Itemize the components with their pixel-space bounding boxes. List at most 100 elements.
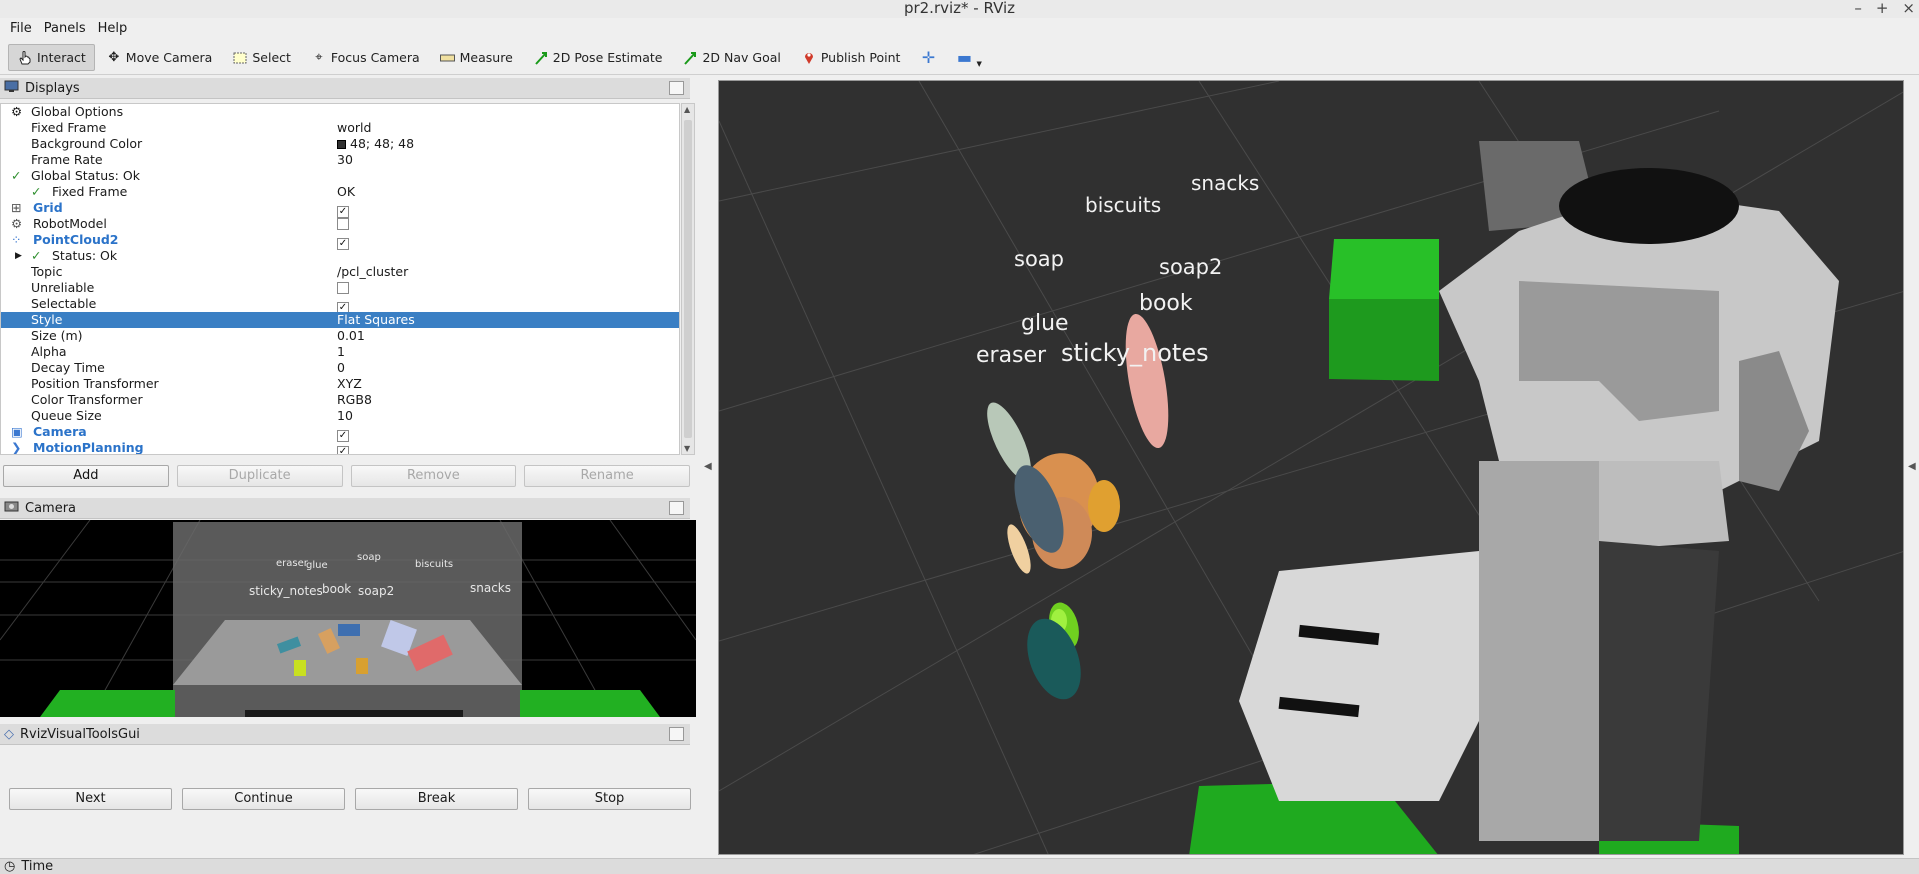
- tree-row[interactable]: ❯ MotionPlanning ✓: [1, 440, 679, 455]
- add-tool-button[interactable]: ✛: [911, 44, 945, 71]
- tree-row-selected[interactable]: Style Flat Squares: [1, 312, 679, 328]
- camera-object-label: snacks: [470, 581, 512, 595]
- scroll-thumb[interactable]: [684, 120, 692, 438]
- measure-tool-button[interactable]: Measure: [431, 44, 522, 71]
- tree-row[interactable]: Decay Time 0: [1, 360, 679, 376]
- tree-row[interactable]: Topic /pcl_cluster: [1, 264, 679, 280]
- menu-panels[interactable]: Panels: [38, 18, 92, 39]
- displays-scrollbar[interactable]: ▲ ▼: [681, 103, 695, 455]
- camera-icon: ▣: [11, 424, 23, 439]
- move-camera-tool-button[interactable]: ✥ Move Camera: [97, 44, 222, 71]
- tree-row[interactable]: ⚙ Global Options: [1, 104, 679, 120]
- row-value[interactable]: 1: [337, 344, 345, 360]
- scene-render: [719, 81, 1903, 854]
- row-label: Fixed Frame: [52, 184, 128, 199]
- scene-object-label: book: [1139, 291, 1193, 316]
- collapse-right-icon[interactable]: ◀: [1908, 461, 1916, 472]
- continue-button[interactable]: Continue: [182, 788, 345, 810]
- move-camera-label: Move Camera: [125, 50, 213, 65]
- tree-row[interactable]: Frame Rate 30: [1, 152, 679, 168]
- camera-object-label: soap: [357, 552, 381, 563]
- nav-goal-tool-button[interactable]: 2D Nav Goal: [673, 44, 789, 71]
- time-panel-title: Time: [21, 859, 54, 874]
- checkmark-icon: ✓: [31, 248, 42, 263]
- pose-estimate-label: 2D Pose Estimate: [552, 50, 663, 65]
- menu-file[interactable]: File: [4, 18, 38, 39]
- tree-row[interactable]: ⊞ Grid ✓: [1, 200, 679, 218]
- remove-button[interactable]: Remove: [350, 465, 517, 487]
- tools-gui-panel-header: ◇ RvizVisualToolsGui: [0, 724, 690, 745]
- panel-float-button[interactable]: [669, 501, 684, 515]
- tree-row[interactable]: ⁘ PointCloud2 ✓: [1, 232, 679, 250]
- rename-button[interactable]: Rename: [524, 465, 690, 487]
- expand-arrow-icon[interactable]: ▶: [15, 248, 22, 264]
- camera-view[interactable]: eraser glue soap biscuits sticky_notes book so…: [0, 520, 696, 717]
- window-title: pr2.rviz* - RViz: [903, 0, 1016, 17]
- tree-row[interactable]: ✓ Fixed Frame OK: [1, 184, 679, 200]
- row-value[interactable]: RGB8: [337, 392, 372, 408]
- add-button[interactable]: Add: [3, 465, 169, 487]
- scroll-down-icon[interactable]: ▼: [684, 444, 690, 453]
- panel-float-button[interactable]: [669, 727, 684, 741]
- interact-tool-button[interactable]: Interact: [8, 44, 95, 71]
- camera-object-label: biscuits: [415, 559, 454, 570]
- stop-button[interactable]: Stop: [528, 788, 691, 810]
- left-panel-splitter[interactable]: ◀: [696, 78, 718, 856]
- tree-row[interactable]: Unreliable: [1, 280, 679, 296]
- tree-row[interactable]: Queue Size 10: [1, 408, 679, 424]
- collapse-left-icon[interactable]: ◀: [704, 461, 712, 472]
- tree-row[interactable]: ⚙ RobotModel: [1, 216, 679, 232]
- row-label: RobotModel: [33, 216, 107, 231]
- panel-float-button[interactable]: [669, 81, 684, 95]
- row-label: Camera: [33, 424, 87, 439]
- camera-object-label: sticky_notes: [249, 584, 323, 598]
- row-value[interactable]: 0: [337, 360, 345, 376]
- scene-object-label: eraser: [976, 343, 1047, 368]
- row-value[interactable]: 30: [337, 152, 353, 168]
- right-panel-splitter[interactable]: ◀: [1905, 78, 1919, 856]
- focus-camera-tool-button[interactable]: ⌖ Focus Camera: [302, 44, 429, 71]
- scroll-up-icon[interactable]: ▲: [684, 105, 690, 114]
- next-button[interactable]: Next: [9, 788, 172, 810]
- tree-row[interactable]: Fixed Frame world: [1, 120, 679, 136]
- row-label: MotionPlanning: [33, 440, 144, 455]
- close-icon[interactable]: ×: [1902, 0, 1915, 17]
- crosshair-icon: ⌖: [315, 50, 323, 65]
- enabled-checkbox[interactable]: [337, 218, 349, 230]
- row-value[interactable]: 0.01: [337, 328, 365, 344]
- tree-row[interactable]: Size (m) 0.01: [1, 328, 679, 344]
- pose-estimate-tool-button[interactable]: 2D Pose Estimate: [524, 44, 672, 71]
- tree-row[interactable]: Selectable ✓: [1, 296, 679, 314]
- tree-row[interactable]: ✓ Global Status: Ok: [1, 168, 679, 184]
- enabled-checkbox[interactable]: ✓: [337, 446, 349, 454]
- tree-row[interactable]: Background Color 48; 48; 48: [1, 136, 679, 152]
- unreliable-checkbox[interactable]: [337, 282, 349, 294]
- scene-object-label: biscuits: [1085, 193, 1162, 217]
- row-label: Fixed Frame: [31, 120, 107, 135]
- menu-help[interactable]: Help: [92, 18, 134, 39]
- minimize-icon[interactable]: –: [1854, 0, 1862, 17]
- row-value[interactable]: /pcl_cluster: [337, 264, 408, 280]
- nav-goal-label: 2D Nav Goal: [702, 50, 781, 65]
- tree-row[interactable]: Color Transformer RGB8: [1, 392, 679, 408]
- row-label: Status: Ok: [52, 248, 118, 263]
- maximize-icon[interactable]: +: [1876, 0, 1889, 17]
- row-value[interactable]: Flat Squares: [337, 312, 415, 328]
- duplicate-button[interactable]: Duplicate: [176, 465, 343, 487]
- row-value[interactable]: world: [337, 120, 371, 136]
- scene-object-label: glue: [1021, 311, 1069, 336]
- tree-row[interactable]: Position Transformer XYZ: [1, 376, 679, 392]
- publish-point-tool-button[interactable]: Publish Point: [792, 44, 910, 71]
- render-3d-view[interactable]: snacks biscuits soap soap2 book glue eraser sti…: [718, 80, 1904, 855]
- background-color-value[interactable]: 48; 48; 48: [337, 136, 414, 152]
- displays-tree: ⚙ Global Options Fixed Frame world Backg…: [0, 103, 680, 455]
- tree-row[interactable]: ▣ Camera ✓: [1, 424, 679, 442]
- row-value[interactable]: XYZ: [337, 376, 362, 392]
- tree-row[interactable]: ▶ ✓ Status: Ok: [1, 248, 679, 264]
- select-tool-button[interactable]: Select: [223, 44, 300, 71]
- tools-gui-button-row: Next Continue Break Stop: [9, 788, 691, 810]
- row-value[interactable]: 10: [337, 408, 353, 424]
- remove-tool-button[interactable]: ▬ ▼: [947, 44, 990, 71]
- break-button[interactable]: Break: [355, 788, 518, 810]
- tree-row[interactable]: Alpha 1: [1, 344, 679, 360]
